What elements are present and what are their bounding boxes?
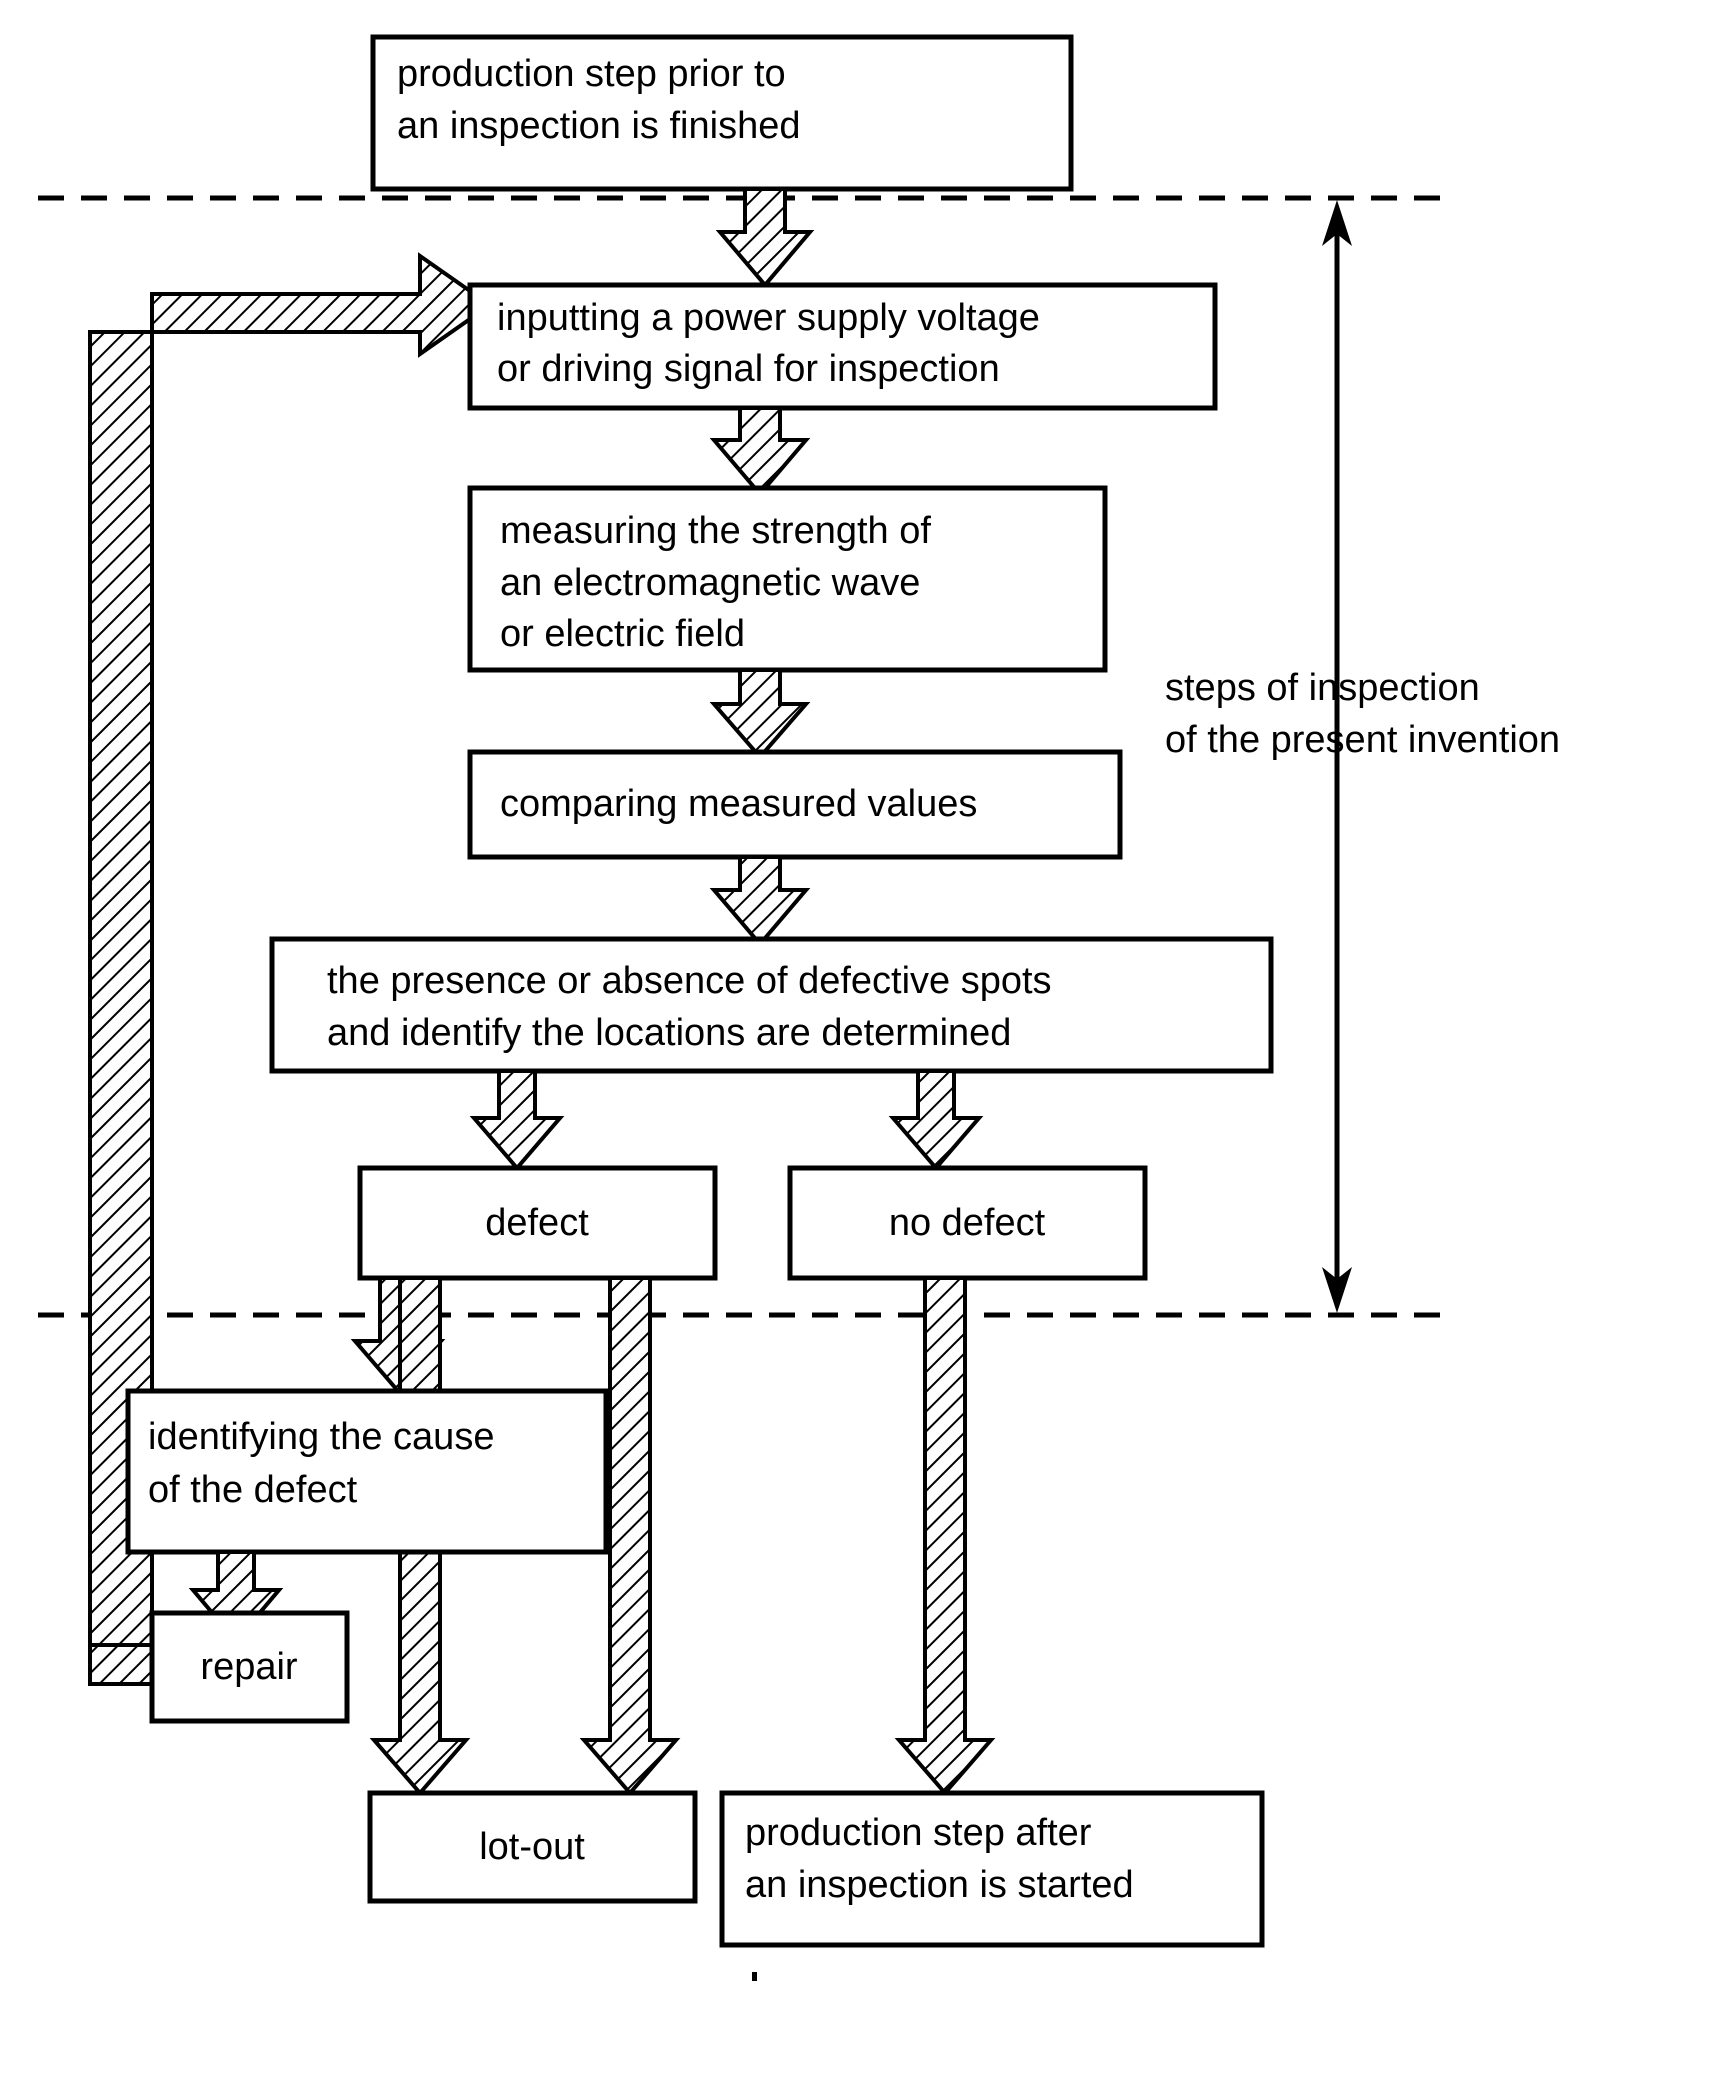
band-no-defect-to-after-step xyxy=(894,1276,996,1797)
node-repair-label: repair xyxy=(200,1646,297,1688)
arrow-presence-to-defect xyxy=(469,1069,565,1172)
arrow-measuring-to-comparing xyxy=(709,668,811,761)
arrow-comparing-to-presence xyxy=(709,855,811,948)
node-measuring-line1: measuring the strength of xyxy=(500,510,931,552)
node-defect-label: defect xyxy=(485,1202,589,1244)
scope-label-line2: of the present invention xyxy=(1165,719,1560,761)
node-presence-line2: and identify the locations are determine… xyxy=(327,1012,1011,1054)
flowchart-diagram: production step prior to an inspection i… xyxy=(0,0,1736,2100)
node-prior-step-line2: an inspection is finished xyxy=(397,105,800,147)
node-lot-out-label: lot-out xyxy=(479,1826,585,1868)
node-presence-line1: the presence or absence of defective spo… xyxy=(327,960,1052,1002)
node-identify-cause-line2: of the defect xyxy=(148,1469,358,1511)
node-measuring-line3: or electric field xyxy=(500,613,745,655)
node-after-step-line1: production step after xyxy=(745,1812,1092,1854)
stray-tick-mark xyxy=(752,1972,757,1981)
node-inputting-line2: or driving signal for inspection xyxy=(497,348,1000,390)
node-inputting-line1: inputting a power supply voltage xyxy=(497,297,1040,339)
node-identify-cause-line1: identifying the cause xyxy=(148,1416,494,1458)
feedback-loop-corner xyxy=(88,1643,154,1686)
scope-label-line1: steps of inspection xyxy=(1165,667,1480,709)
arrow-inputting-to-measuring xyxy=(709,406,811,498)
node-prior-step-line1: production step prior to xyxy=(397,53,786,95)
node-comparing-line1: comparing measured values xyxy=(500,783,977,825)
flowchart-canvas: production step prior to an inspection i… xyxy=(38,34,1560,1981)
node-after-step-line2: an inspection is started xyxy=(745,1864,1134,1906)
node-measuring-line2: an electromagnetic wave xyxy=(500,562,920,604)
arrow-presence-to-no-defect xyxy=(888,1069,984,1172)
node-no-defect-label: no defect xyxy=(889,1202,1046,1244)
arrow-prior-to-inputting xyxy=(715,187,815,289)
